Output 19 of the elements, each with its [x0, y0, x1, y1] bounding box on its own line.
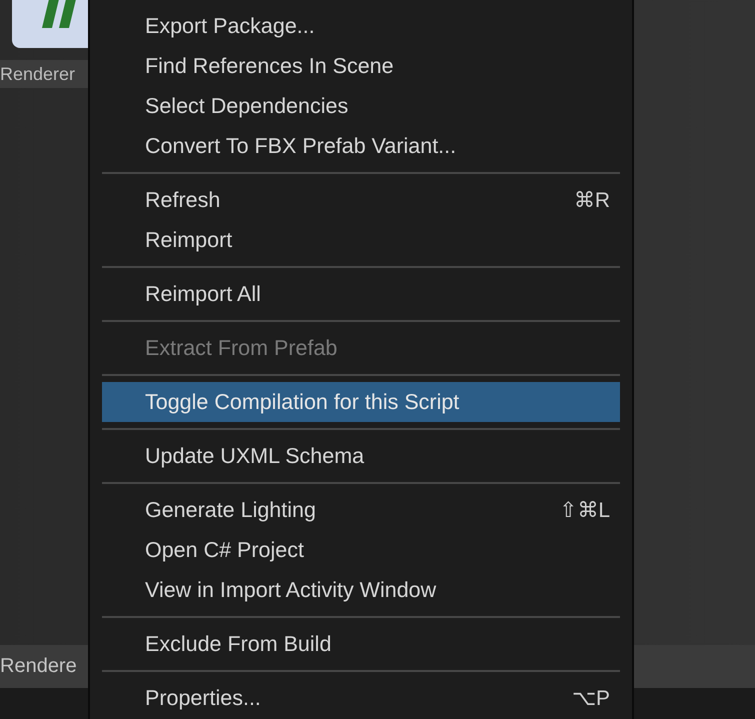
menu-item[interactable]: Refresh ⌘R	[102, 180, 620, 220]
menu-item[interactable]: Exclude From Build	[102, 624, 620, 664]
menu-item[interactable]: Reimport	[102, 220, 620, 260]
menu-item[interactable]: View in Import Activity Window	[102, 570, 620, 610]
menu-item[interactable]: Update UXML Schema	[102, 436, 620, 476]
asset-path: Rendere	[0, 655, 77, 678]
menu-item[interactable]: Find References In Scene	[102, 46, 620, 86]
menu-item[interactable]: Open C# Project	[102, 530, 620, 570]
menu-item[interactable]: Select Dependencies	[102, 86, 620, 126]
shortcut-label: ⌥P	[572, 686, 610, 710]
menu-item[interactable]: Generate Lighting ⇧⌘L	[102, 490, 620, 530]
shortcut-label: ⇧⌘L	[559, 498, 610, 522]
menu-item[interactable]: Properties... ⌥P	[102, 678, 620, 718]
shortcut-label: ⌘R	[574, 188, 610, 212]
menu-item[interactable]: Convert To FBX Prefab Variant...	[102, 126, 620, 166]
menu-item[interactable]: Toggle Compilation for this Script	[102, 382, 620, 422]
menu-item[interactable]: Reimport All	[102, 274, 620, 314]
menu-item[interactable]: Export Package...	[102, 6, 620, 46]
asset-thumbnail-icon[interactable]	[12, 0, 88, 48]
